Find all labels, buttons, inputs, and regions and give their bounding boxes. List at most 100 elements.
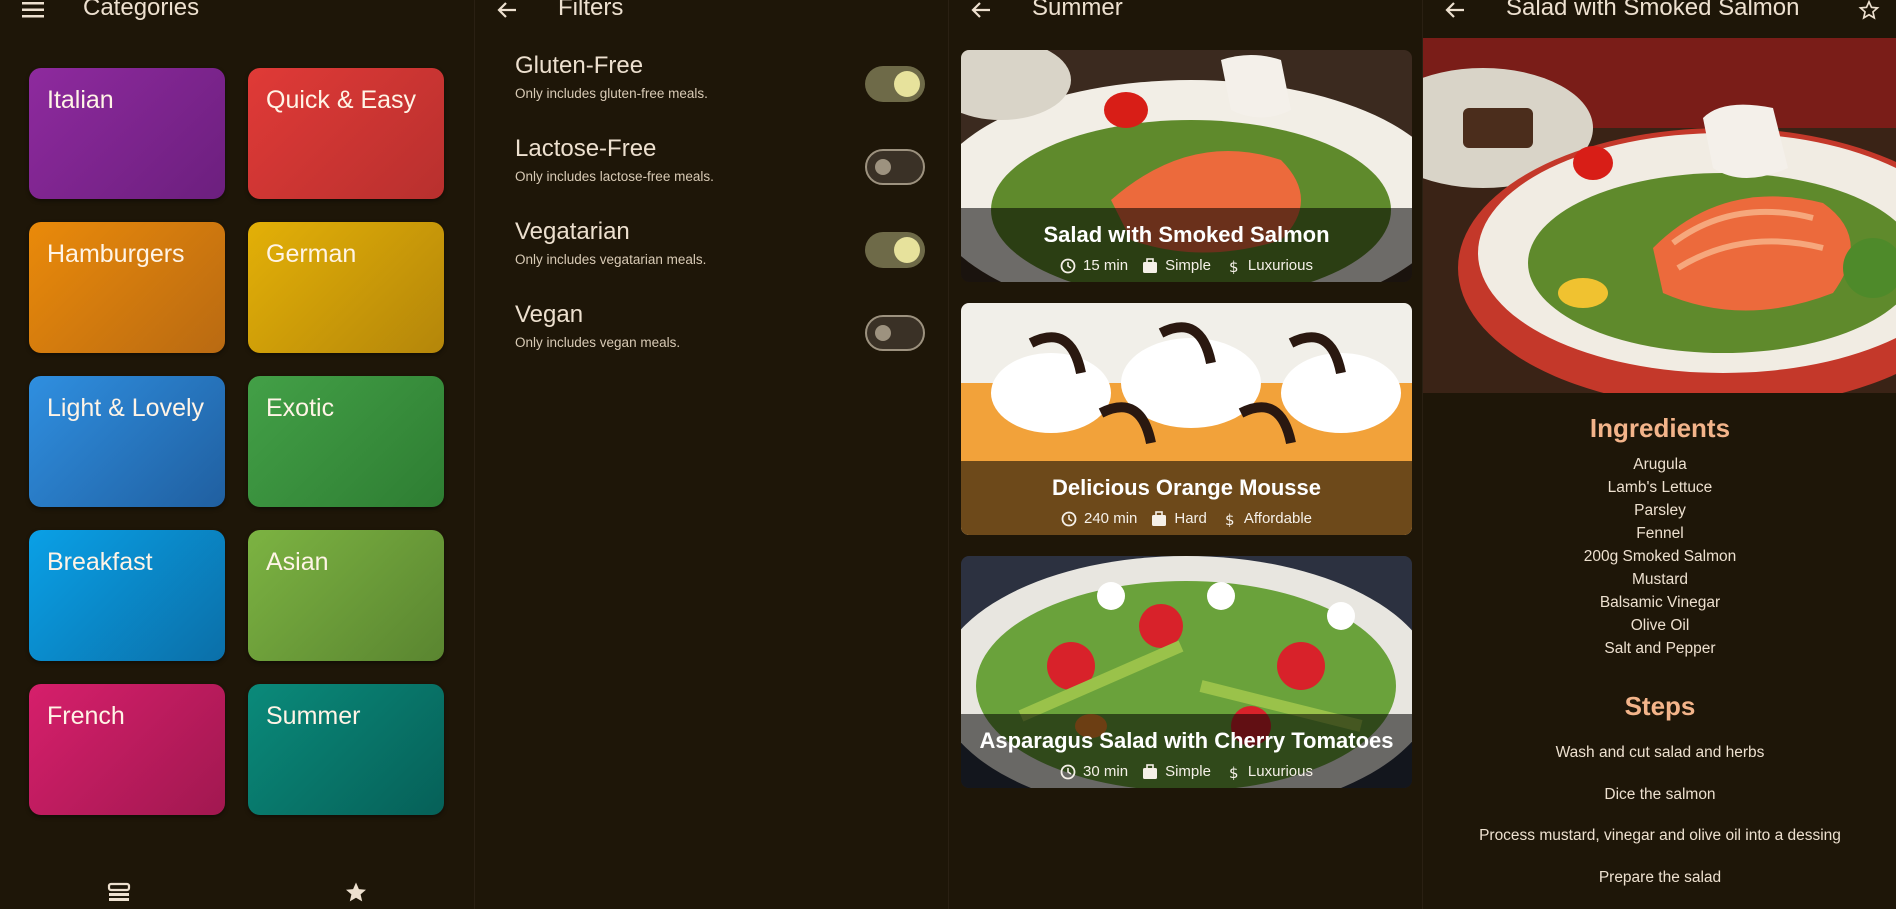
meal-title: Delicious Orange Mousse xyxy=(1052,475,1321,500)
meal-meta: 240 min Hard $ Affordable xyxy=(971,510,1402,529)
filter-switch[interactable] xyxy=(865,66,925,102)
meal-meta: 15 min Simple $ Luxurious xyxy=(971,257,1402,276)
bottom-navigation xyxy=(0,881,474,909)
star-icon xyxy=(344,880,368,909)
switch-knob xyxy=(875,325,891,341)
steps-heading: Steps xyxy=(1624,691,1696,721)
meal-affordability: $ Luxurious xyxy=(1225,763,1313,782)
meal-detail-screen: Salad with Smoked Salmon Ingredients Aru… xyxy=(1422,0,1896,909)
dollar-icon: $ xyxy=(1221,511,1237,529)
meal-affordability-label: Affordable xyxy=(1243,510,1312,527)
categories-screen: Categories Italian Quick & Easy Hamburgers… xyxy=(0,0,474,909)
star-outline-icon[interactable] xyxy=(1855,0,1883,24)
category-label: French xyxy=(47,702,125,730)
menu-icon[interactable] xyxy=(19,0,47,24)
nav-favorites[interactable] xyxy=(237,881,474,909)
meals-screen: Summer Salad with Smoked Salmon 15 min Sim… xyxy=(948,0,1422,909)
meal-card[interactable]: Salad with Smoked Salmon 15 min Simple $ Lux… xyxy=(961,50,1412,282)
meals-icon xyxy=(107,880,131,909)
filter-switch[interactable] xyxy=(865,149,925,185)
meal-info-overlay: Salad with Smoked Salmon 15 min Simple $ Lux… xyxy=(961,208,1412,282)
ingredients-list: Arugula Lamb's Lettuce Parsley Fennel 200g S… xyxy=(1423,453,1896,660)
meal-info-overlay: Asparagus Salad with Cherry Tomatoes 30 m… xyxy=(961,714,1412,788)
svg-text:$: $ xyxy=(1229,258,1239,274)
meal-duration: 240 min xyxy=(1061,510,1137,527)
filter-title: Vegatarian xyxy=(515,218,630,245)
switch-knob xyxy=(894,71,920,97)
switch-knob xyxy=(875,159,891,175)
category-grid: Italian Quick & Easy Hamburgers German Light… xyxy=(29,68,444,815)
app-bar: Filters xyxy=(475,0,948,30)
category-tile[interactable]: Italian xyxy=(29,68,225,199)
filter-switch[interactable] xyxy=(865,232,925,268)
back-arrow-icon[interactable] xyxy=(967,0,995,24)
schedule-icon xyxy=(1060,258,1076,274)
category-tile[interactable]: Hamburgers xyxy=(29,222,225,353)
meal-duration-label: 15 min xyxy=(1083,257,1129,274)
ingredients-heading: Ingredients xyxy=(1589,413,1731,443)
category-label: Hamburgers xyxy=(47,240,185,268)
meal-card[interactable]: Delicious Orange Mousse 240 min Hard $ Affor… xyxy=(961,303,1412,535)
category-label: Italian xyxy=(47,86,114,114)
work-icon xyxy=(1151,510,1167,527)
category-label: Exotic xyxy=(266,394,335,422)
meal-complexity: Hard xyxy=(1151,510,1207,527)
filter-row: Vegan Only includes vegan meals. xyxy=(515,301,925,371)
filter-subtitle: Only includes gluten-free meals. xyxy=(515,86,708,101)
category-tile[interactable]: Exotic xyxy=(248,376,444,507)
back-arrow-icon[interactable] xyxy=(493,0,521,24)
category-label: Summer xyxy=(266,702,361,730)
svg-text:$: $ xyxy=(1225,511,1235,527)
meal-complexity: Simple xyxy=(1142,257,1211,274)
step-item: Prepare the salad xyxy=(1598,868,1722,886)
filter-switch[interactable] xyxy=(865,315,925,351)
step-item: Wash and cut salad and herbs xyxy=(1555,744,1765,761)
meal-affordability-label: Luxurious xyxy=(1247,257,1313,274)
meal-title: Asparagus Salad with Cherry Tomatoes xyxy=(979,728,1394,753)
steps-list: Wash and cut salad and herbs Dice the sal… xyxy=(1423,732,1896,898)
filter-subtitle: Only includes lactose-free meals. xyxy=(515,169,714,184)
meal-complexity-label: Simple xyxy=(1165,257,1211,274)
category-tile[interactable]: Asian xyxy=(248,530,444,661)
svg-text:$: $ xyxy=(1229,764,1239,780)
ingredient-item: Mustard xyxy=(1632,571,1688,588)
schedule-icon xyxy=(1060,764,1076,780)
meal-duration: 30 min xyxy=(1060,763,1128,780)
page-title: Categories xyxy=(83,0,200,21)
page-title: Salad with Smoked Salmon xyxy=(1506,0,1800,21)
switch-knob xyxy=(894,237,920,263)
meal-complexity-label: Hard xyxy=(1174,510,1207,527)
meal-card[interactable]: Asparagus Salad with Cherry Tomatoes 30 m… xyxy=(961,556,1412,788)
back-arrow-icon[interactable] xyxy=(1441,0,1469,24)
meal-info-overlay: Delicious Orange Mousse 240 min Hard $ Affor… xyxy=(961,461,1412,535)
nav-categories[interactable] xyxy=(0,881,237,909)
filter-row: Gluten-Free Only includes gluten-free mea… xyxy=(515,52,925,122)
filter-subtitle: Only includes vegan meals. xyxy=(515,335,681,350)
meal-image xyxy=(1423,38,1896,393)
page-title: Filters xyxy=(558,0,624,21)
app-bar: Salad with Smoked Salmon xyxy=(1423,0,1896,30)
category-label: Light & Lovely xyxy=(47,394,205,422)
meal-title: Salad with Smoked Salmon xyxy=(1043,222,1330,247)
filter-title: Lactose-Free xyxy=(515,135,657,162)
meal-duration: 15 min xyxy=(1060,257,1128,274)
ingredient-item: Balsamic Vinegar xyxy=(1599,594,1721,611)
filters-screen: Filters Gluten-Free Only includes gluten-… xyxy=(474,0,948,909)
ingredient-item: Salt and Pepper xyxy=(1604,640,1716,657)
filter-title: Vegan xyxy=(515,301,584,328)
category-tile[interactable]: German xyxy=(248,222,444,353)
category-tile[interactable]: Breakfast xyxy=(29,530,225,661)
work-icon xyxy=(1142,257,1158,274)
ingredient-item: Arugula xyxy=(1633,456,1687,473)
category-tile[interactable]: French xyxy=(29,684,225,815)
app-bar: Summer xyxy=(949,0,1422,30)
meal-affordability: $ Affordable xyxy=(1221,510,1312,529)
category-tile[interactable]: Quick & Easy xyxy=(248,68,444,199)
app-bar: Categories xyxy=(0,0,474,30)
category-tile[interactable]: Light & Lovely xyxy=(29,376,225,507)
work-icon xyxy=(1142,763,1158,780)
dollar-icon: $ xyxy=(1225,258,1241,276)
meal-meta: 30 min Simple $ Luxurious xyxy=(971,763,1402,782)
category-tile[interactable]: Summer xyxy=(248,684,444,815)
filter-title: Gluten-Free xyxy=(515,52,644,79)
